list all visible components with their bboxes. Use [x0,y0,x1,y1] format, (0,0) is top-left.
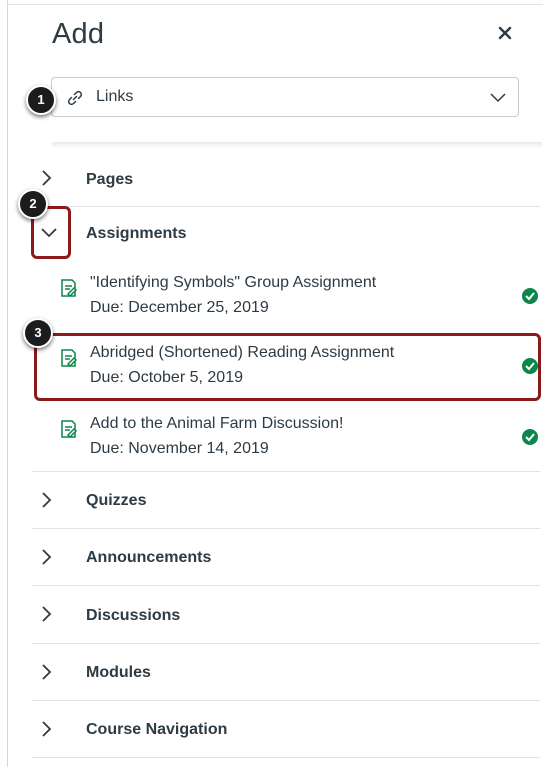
assignment-item[interactable]: "Identifying Symbols" Group Assignment D… [32,274,540,322]
panel-title: Add [52,18,105,50]
check-circle-icon [522,288,538,304]
chevron-right-icon [42,549,52,565]
link-type-select[interactable]: Links [51,77,519,117]
section-announcements[interactable]: Announcements [32,529,540,586]
section-label: Discussions [86,607,181,624]
panel-top-border [7,4,543,5]
close-button[interactable] [494,22,516,44]
assignment-title: "Identifying Symbols" Group Assignment [90,274,377,291]
section-label: Announcements [86,549,212,566]
section-course-navigation[interactable]: Course Navigation [32,701,540,758]
close-icon [498,26,512,40]
section-label: Pages [86,171,134,188]
section-assignments[interactable]: Assignments [32,207,540,263]
panel-left-border [7,0,8,767]
assignment-due-date: Due: December 25, 2019 [90,299,269,316]
section-divider [52,142,542,148]
callout-3: 3 [23,318,53,348]
section-pages[interactable]: Pages [32,152,540,207]
chevron-right-icon [42,492,52,508]
chevron-right-icon [42,664,52,680]
link-icon [67,90,83,106]
chevron-down-icon [490,93,506,103]
callout-1: 1 [26,85,56,115]
section-label: Course Navigation [86,721,228,738]
assignment-icon [61,279,78,298]
callout-2: 2 [18,189,48,219]
chevron-right-icon [42,606,52,622]
link-type-value: Links [96,88,134,105]
section-modules[interactable]: Modules [32,644,540,701]
assignment-title: Add to the Animal Farm Discussion! [90,415,344,432]
chevron-right-icon [42,721,52,737]
check-circle-icon [522,429,538,445]
chevron-right-icon [42,170,52,186]
assignment-item[interactable]: Add to the Animal Farm Discussion! Due: … [32,415,540,463]
assignment-due-date: Due: November 14, 2019 [90,440,269,457]
section-label: Assignments [86,225,187,242]
section-quizzes[interactable]: Quizzes [32,472,540,529]
section-label: Modules [86,664,151,681]
section-label: Quizzes [86,492,147,509]
assignment-icon [61,420,78,439]
section-discussions[interactable]: Discussions [32,586,540,644]
assignment-highlight [34,333,541,401]
